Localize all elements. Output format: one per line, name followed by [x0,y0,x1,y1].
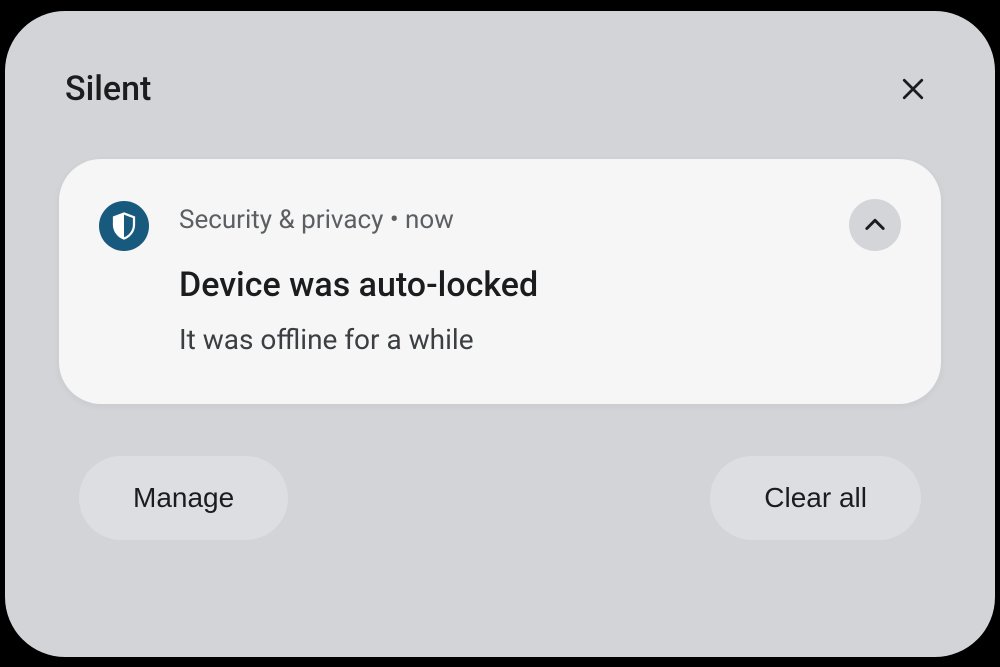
close-section-button[interactable] [891,67,935,111]
chevron-up-icon [861,211,889,239]
clear-all-button[interactable]: Clear all [710,456,921,540]
notification-time: now [405,205,454,235]
collapse-button[interactable] [849,199,901,251]
meta-separator: • [383,205,405,235]
actions-row: Manage Clear all [59,456,941,540]
notification-shade: Silent Security & privacy • now Device w… [5,11,995,657]
shield-icon [109,211,139,241]
section-header: Silent [59,67,941,111]
manage-button[interactable]: Manage [79,456,288,540]
notification-title: Device was auto-locked [179,265,819,305]
app-icon-container [99,201,149,251]
app-name: Security & privacy [179,205,383,235]
notification-meta: Security & privacy • now [179,205,819,235]
notification-content: Security & privacy • now Device was auto… [179,199,819,356]
section-title: Silent [65,69,151,109]
notification-card[interactable]: Security & privacy • now Device was auto… [59,159,941,404]
close-icon [898,74,928,104]
notification-body: It was offline for a while [179,323,819,356]
